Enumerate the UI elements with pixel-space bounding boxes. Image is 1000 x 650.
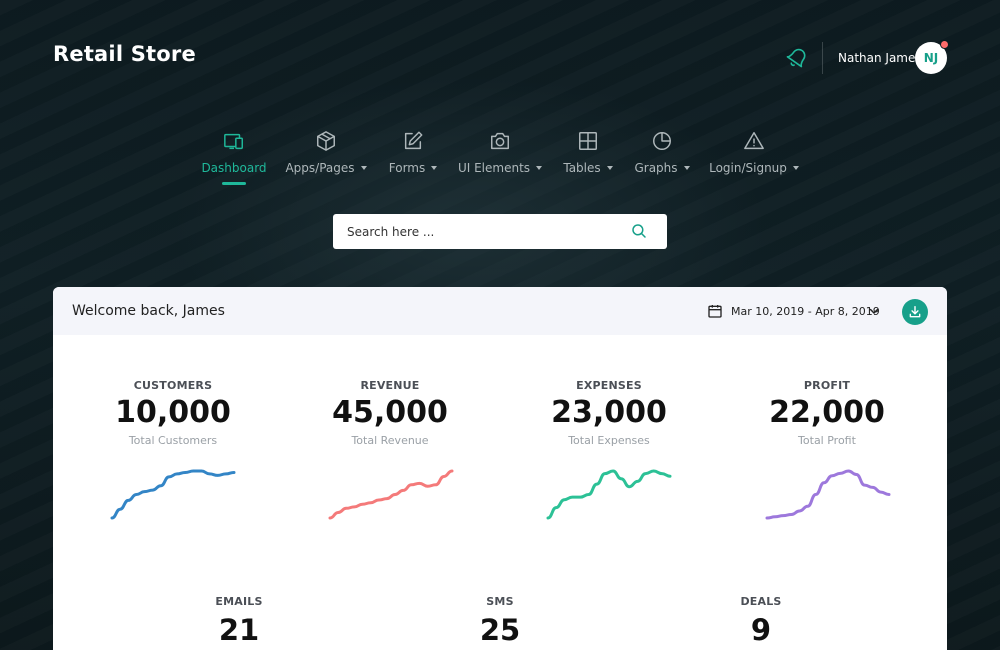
avatar-initials: NJ <box>923 51 939 65</box>
nav-label: Graphs <box>634 161 678 175</box>
sparkline-profit <box>765 469 891 520</box>
stat-label: EMAILS <box>215 595 263 608</box>
nav-label: Apps/Pages <box>285 161 355 175</box>
user-name[interactable]: Nathan James <box>838 51 922 65</box>
chevron-down-icon[interactable] <box>868 305 880 317</box>
main-nav: Dashboard Apps/Pages Forms UI Elements T… <box>0 130 1000 190</box>
sparkline-customers <box>110 469 236 520</box>
card-header: Welcome back, James Mar 10, 2019 - Apr 8… <box>53 287 947 335</box>
stat-value: 9 <box>750 613 772 647</box>
nav-item-graphs[interactable]: Graphs <box>631 130 693 175</box>
stat-label: CUSTOMERS <box>133 379 213 392</box>
stat-label: SMS <box>486 595 514 608</box>
caret-down-icon <box>792 165 799 170</box>
calendar-icon[interactable] <box>707 303 723 319</box>
stat-emails: EMAILS 21 <box>179 595 299 647</box>
sparkline-path <box>328 469 454 520</box>
stat-caption: Total Customers <box>128 434 218 447</box>
stat-label: DEALS <box>740 595 782 608</box>
warning-icon <box>744 132 764 150</box>
stat-deals: DEALS 9 <box>701 595 821 647</box>
download-button[interactable] <box>902 299 928 325</box>
nav-label: UI Elements <box>457 161 531 175</box>
stat-value: 21 <box>218 613 260 647</box>
nav-label: Forms <box>388 161 426 175</box>
nav-item-dashboard[interactable]: Dashboard <box>195 130 273 175</box>
nav-active-indicator <box>222 182 246 185</box>
stat-label: REVENUE <box>360 379 420 392</box>
notification-dot <box>940 40 949 49</box>
stat-caption: Total Profit <box>798 434 856 447</box>
stat-label: EXPENSES <box>576 379 642 392</box>
nav-item-tables[interactable]: Tables <box>558 130 618 175</box>
welcome-message: Welcome back, James <box>72 303 225 319</box>
camera-icon <box>491 132 509 150</box>
caret-down-icon <box>431 165 438 170</box>
devices-icon <box>224 133 243 150</box>
sparkline-path <box>110 469 236 520</box>
stat-caption: Total Revenue <box>351 434 429 447</box>
stat-value: 22,000 <box>769 395 885 430</box>
stat-label: PROFIT <box>803 379 851 392</box>
app-logo[interactable]: Retail Store <box>53 42 196 66</box>
stat-sms: SMS 25 <box>440 595 560 647</box>
edit-icon <box>404 131 423 150</box>
caret-down-icon <box>536 165 543 170</box>
nav-item-login-signup[interactable]: Login/Signup <box>706 130 802 175</box>
stat-value: 10,000 <box>115 395 231 430</box>
date-range-picker[interactable]: Mar 10, 2019 - Apr 8, 2019 <box>731 305 880 318</box>
sparkline-path <box>546 469 672 520</box>
download-icon <box>909 306 921 318</box>
caret-down-icon <box>360 165 367 170</box>
stat-value: 23,000 <box>551 395 667 430</box>
stat-value: 25 <box>479 613 521 647</box>
dashboard-card: Welcome back, James Mar 10, 2019 - Apr 8… <box>53 287 947 650</box>
nav-item-ui-elements[interactable]: UI Elements <box>456 130 544 175</box>
box-icon <box>317 131 335 151</box>
grid-icon <box>579 132 597 150</box>
nav-label: Tables <box>563 161 601 175</box>
sparkline-expenses <box>546 469 672 520</box>
search-input[interactable] <box>347 214 617 249</box>
bell-icon[interactable] <box>785 46 809 70</box>
header-divider <box>822 42 823 74</box>
sparkline-revenue <box>328 469 454 520</box>
stat-value: 45,000 <box>332 395 448 430</box>
nav-label: Dashboard <box>201 161 267 175</box>
caret-down-icon <box>683 165 690 170</box>
search-icon[interactable] <box>630 222 648 240</box>
nav-item-forms[interactable]: Forms <box>382 130 444 175</box>
stat-caption: Total Expenses <box>568 434 650 447</box>
sparkline-path <box>765 469 891 520</box>
search-bar <box>333 214 667 249</box>
nav-label: Login/Signup <box>709 161 787 175</box>
pie-chart-icon <box>653 132 671 150</box>
nav-item-apps-pages[interactable]: Apps/Pages <box>283 130 369 175</box>
caret-down-icon <box>606 165 613 170</box>
